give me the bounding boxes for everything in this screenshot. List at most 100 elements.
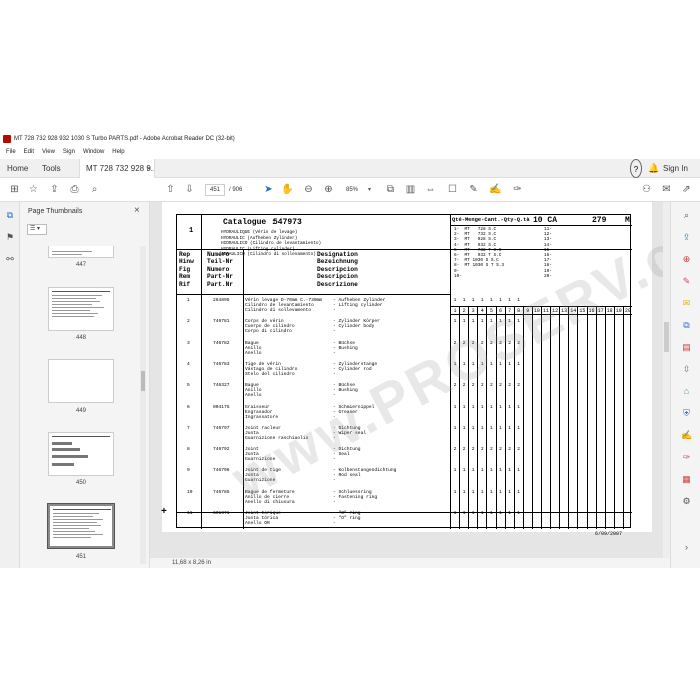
rule: [177, 249, 632, 250]
fill-and-sign-icon[interactable]: ✍: [681, 430, 692, 441]
part-description: Joint racleur Junta Guarnizione raschiao…: [245, 425, 309, 441]
search-tool-icon[interactable]: ⌕: [681, 210, 692, 221]
comment-icon[interactable]: ☐: [446, 183, 459, 196]
thumbnail-label: 451: [75, 554, 86, 560]
zoom-in-icon[interactable]: ⊕: [322, 183, 335, 196]
create-pdf-icon[interactable]: ⊞: [8, 183, 21, 196]
part-rep: 2: [187, 319, 190, 325]
select-cursor-icon[interactable]: ➤: [262, 183, 275, 196]
thumbnail-scrollbar[interactable]: [140, 246, 146, 564]
scroll-mode-icon[interactable]: ▥: [404, 183, 417, 196]
more-tools-icon[interactable]: ⚙: [681, 496, 692, 507]
share-people-icon[interactable]: ⚇: [640, 183, 653, 196]
combine-files-icon[interactable]: ⧉: [681, 320, 692, 331]
notification-bell-icon[interactable]: 🔔: [648, 159, 659, 178]
column-header-designation: Designation Bezeichnung Descripcion Desc…: [317, 251, 358, 288]
part-description: Corps de vérin Cuerpo de cilindro Corpo …: [245, 319, 295, 335]
help-icon[interactable]: ?: [630, 159, 642, 178]
window-title: MT 728 732 928 932 1030 S Turbo PARTS.pd…: [14, 136, 235, 142]
page-thumbnails-panel: Page Thumbnails × ☰ ▾ 447 448 449 450 45…: [20, 202, 150, 568]
left-navigation-rail: ⧉ ⚑ ⚯: [0, 202, 20, 568]
zoom-out-icon[interactable]: ⊖: [302, 183, 315, 196]
email-icon[interactable]: ✉: [660, 183, 673, 196]
menu-edit[interactable]: Edit: [24, 146, 34, 159]
part-quantity: 1: [517, 511, 521, 516]
part-rep: 9: [187, 468, 190, 474]
organize-pages-icon[interactable]: ▤: [681, 342, 692, 353]
part-rep: 7: [187, 425, 190, 431]
previous-page-icon[interactable]: ⇧: [164, 183, 177, 196]
tab-tools[interactable]: Tools: [42, 159, 61, 178]
part-quantity: 2: [517, 447, 521, 453]
fill-sign-icon[interactable]: ✑: [511, 183, 524, 196]
share-link-icon[interactable]: ⇗: [680, 183, 693, 196]
highlight-pen-icon[interactable]: ✎: [467, 183, 480, 196]
page-thumbnails-icon[interactable]: ⧉: [5, 210, 15, 220]
zoom-level[interactable]: 85%: [346, 184, 358, 196]
menu-sign[interactable]: Sign: [63, 146, 75, 159]
part-quantity: 1: [517, 361, 521, 367]
menu-view[interactable]: View: [42, 146, 55, 159]
document-scrollbar[interactable]: [663, 202, 670, 558]
edit-pdf-icon[interactable]: ✎: [681, 276, 692, 287]
parts-table: Catalogue : 547973 1 HYDRAULIQUE (Vérin …: [176, 214, 632, 537]
create-pdf-tool-icon[interactable]: ⊕: [681, 254, 692, 265]
table-row: 2 746781 Corps de vérin Cuerpo de cilindro…: [177, 318, 632, 340]
part-description: Bague Anillo Anello: [245, 340, 262, 356]
redact-icon[interactable]: ▦: [681, 474, 692, 485]
pdf-page: Catalogue : 547973 1 HYDRAULIQUE (Vérin …: [161, 202, 670, 537]
protect-icon[interactable]: ⛨: [681, 408, 692, 419]
compress-pdf-icon[interactable]: ⇳: [681, 364, 692, 375]
scan-ocr-icon[interactable]: ⌂: [681, 386, 692, 397]
table-row: 4 746783 Tige de vérin Vástago de cilindro…: [177, 361, 632, 383]
thumbnail-label: 450: [75, 480, 86, 486]
part-description-translation: - Büchse - Bushing -: [333, 383, 358, 399]
part-description: Bague de fermeture Anillo de cierre Anel…: [245, 489, 295, 505]
thumbnail-page-451-selected[interactable]: [47, 503, 115, 549]
hand-tool-icon[interactable]: ✋: [281, 183, 294, 196]
menu-window[interactable]: Window: [83, 146, 104, 159]
part-number: 004175: [213, 404, 230, 410]
title-bar: MT 728 732 928 932 1030 S Turbo PARTS.pd…: [0, 132, 700, 146]
acrobat-app-icon: [3, 135, 11, 143]
menu-file[interactable]: File: [6, 146, 16, 159]
column-header-part-number: Numéro Teil-Nr Numero Part-Nr Part.Nr: [207, 251, 233, 288]
menu-help[interactable]: Help: [112, 146, 124, 159]
tab-document[interactable]: MT 728 732 928 9... ×: [79, 159, 155, 178]
fit-page-icon[interactable]: ⧉: [384, 183, 397, 196]
document-viewport[interactable]: Catalogue : 547973 1 HYDRAULIQUE (Vérin …: [150, 202, 670, 558]
tab-close-icon[interactable]: ×: [146, 159, 151, 178]
page-number-input[interactable]: 451: [205, 184, 225, 196]
upload-icon[interactable]: ⇪: [48, 183, 61, 196]
part-rep: 11: [187, 511, 193, 516]
table-row: 3 746782 Bague Anillo Anello - Büchse - Bus…: [177, 340, 632, 362]
part-description-translation: - Dichtung - Seal -: [333, 447, 361, 463]
thumbnail-page-450[interactable]: [48, 432, 114, 476]
group-description: HYDRAULIQUE (Vérin de levage) HYDRAULIC …: [221, 230, 322, 258]
comment-tool-icon[interactable]: ✉: [681, 298, 692, 309]
bookmarks-icon[interactable]: ⚑: [5, 232, 15, 242]
part-description-translation: - Kolbenstangendichtung - Rod seal -: [333, 468, 397, 484]
thumbnail-options-menu[interactable]: ☰ ▾: [27, 224, 47, 235]
search-icon[interactable]: ⌕: [88, 183, 101, 196]
thumbnail-page-449[interactable]: [48, 359, 114, 403]
thumbnail-page-447[interactable]: [48, 246, 114, 258]
catalogue-label: Catalogue :: [223, 218, 276, 227]
request-signature-icon[interactable]: ✑: [681, 452, 692, 463]
expand-panel-icon[interactable]: ›: [681, 542, 692, 553]
tab-home[interactable]: Home: [7, 159, 28, 178]
print-icon[interactable]: ⎙: [68, 183, 81, 196]
attachments-icon[interactable]: ⚯: [5, 254, 15, 264]
next-page-icon[interactable]: ⇩: [183, 183, 196, 196]
sign-in-link[interactable]: Sign In: [663, 159, 688, 178]
export-pdf-icon[interactable]: ⇪: [681, 232, 692, 243]
menu-bar: File Edit View Sign Window Help: [0, 146, 700, 159]
part-rep: 5: [187, 383, 190, 389]
part-number: 746327: [213, 383, 230, 389]
rotate-icon[interactable]: ⇔: [424, 183, 437, 196]
zoom-dropdown-icon[interactable]: ▾: [368, 184, 371, 196]
close-panel-icon[interactable]: ×: [134, 205, 140, 216]
bookmark-star-icon[interactable]: ☆: [27, 183, 40, 196]
thumbnail-page-448[interactable]: [48, 287, 114, 331]
draw-signature-icon[interactable]: ✍: [489, 183, 502, 196]
